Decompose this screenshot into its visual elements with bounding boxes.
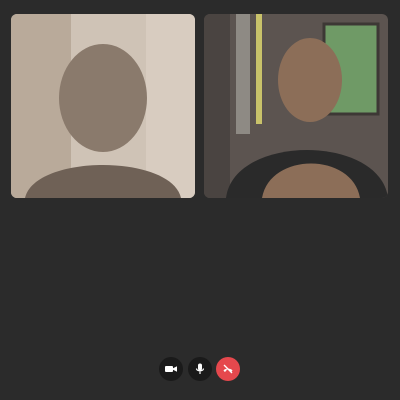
video-placeholder-left <box>11 14 195 198</box>
microphone-toggle-button[interactable] <box>188 357 212 381</box>
participant-video-left[interactable] <box>11 14 195 198</box>
call-controls <box>0 357 400 381</box>
end-call-button[interactable] <box>216 357 240 381</box>
camera-toggle-button[interactable] <box>159 357 183 381</box>
video-camera-icon <box>165 366 177 372</box>
phone-hangup-icon <box>223 364 233 374</box>
participant-video-right[interactable] <box>204 14 388 198</box>
video-placeholder-right <box>204 14 388 198</box>
microphone-icon <box>195 363 205 374</box>
